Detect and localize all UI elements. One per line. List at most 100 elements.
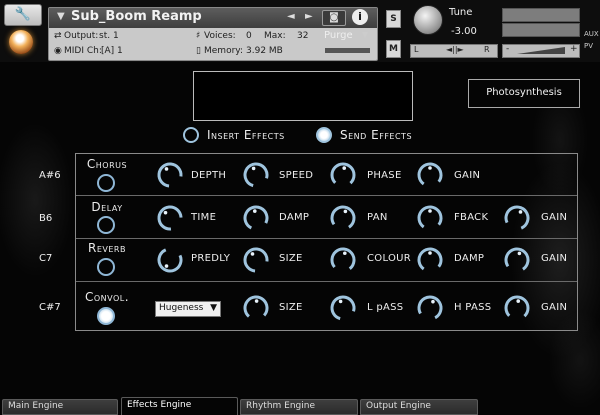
reverb-colour-label: COLOUR: [367, 253, 412, 264]
tune-value: -3.00: [451, 26, 477, 37]
chorus-toggle[interactable]: [97, 174, 115, 192]
knob-graphic: [504, 295, 530, 321]
reverb-toggle[interactable]: [97, 258, 115, 276]
knob-graphic: [157, 205, 183, 231]
chorus-phase-knob[interactable]: [328, 160, 358, 190]
solo-button[interactable]: S: [386, 10, 401, 28]
chorus-depth-knob[interactable]: [155, 160, 185, 190]
convolution-lpass-knob[interactable]: [328, 293, 358, 323]
convolution-hpass-knob[interactable]: [415, 293, 445, 323]
pan-center-icon: ◄||►: [446, 45, 464, 54]
knob-graphic: [330, 162, 356, 188]
chorus-speed-knob[interactable]: [241, 160, 271, 190]
reverb-gain-knob[interactable]: [502, 245, 532, 275]
instrument-header: 🔧 ▼ Sub_Boom Reamp ◄ ► ⇄ Output: st. 1 ♯…: [0, 0, 600, 62]
preset-name: Photosynthesis: [486, 87, 562, 98]
reverb-damp-label: DAMP: [454, 253, 485, 264]
delay-damp-knob[interactable]: [241, 203, 271, 233]
convolution-gain-label: GAIN: [541, 302, 568, 313]
delay-fback-label: FBACK: [454, 212, 489, 223]
chorus-speed-label: SPEED: [279, 170, 314, 181]
keyswitch-note-reverb: C7: [39, 253, 53, 264]
purge-menu[interactable]: Purge: [324, 30, 353, 41]
instrument-name[interactable]: Sub_Boom Reamp: [71, 9, 202, 24]
delay-pan-label: PAN: [367, 212, 388, 223]
prev-instrument-icon[interactable]: ◄: [287, 11, 295, 22]
tab-output-engine-label: Output Engine: [366, 401, 431, 411]
knob-graphic: [243, 162, 269, 188]
tab-effects-engine[interactable]: Effects Engine: [121, 397, 238, 415]
knob-graphic: [243, 295, 269, 321]
knob-graphic: [157, 247, 183, 273]
knob-graphic: [504, 247, 530, 273]
insert-effects-radio[interactable]: [183, 127, 199, 143]
knob-graphic: [330, 295, 356, 321]
wrench-icon[interactable]: 🔧: [4, 4, 42, 26]
send-effects-radio[interactable]: [316, 127, 332, 143]
convolution-size-knob[interactable]: [241, 293, 271, 323]
purge-caret-icon[interactable]: ▼: [362, 30, 368, 39]
knob-graphic: [157, 162, 183, 188]
midi-channel-value[interactable]: [A] 1: [101, 46, 123, 56]
reverb-size-label: SIZE: [279, 253, 303, 264]
chorus-phase-label: PHASE: [367, 170, 402, 181]
knob-graphic: [417, 162, 443, 188]
aux-label[interactable]: AUX: [584, 30, 599, 38]
collapse-arrow-icon[interactable]: ▼: [57, 11, 65, 22]
pan-slider[interactable]: L ◄||► R: [410, 44, 498, 58]
keyswitch-note-delay: B6: [39, 213, 53, 224]
keyswitch-note-chorus: A#6: [39, 170, 61, 181]
knob-graphic: [243, 247, 269, 273]
chorus-gain-knob[interactable]: [415, 160, 445, 190]
delay-toggle[interactable]: [97, 216, 115, 234]
row-divider: [76, 238, 577, 239]
mute-button[interactable]: M: [386, 40, 401, 58]
volume-slider[interactable]: - +: [502, 44, 580, 58]
reverb-damp-knob[interactable]: [415, 245, 445, 275]
chorus-title: Chorus: [86, 157, 128, 171]
impulse-response-value: Hugeness: [159, 303, 204, 313]
max-voices-value[interactable]: 32: [297, 31, 308, 41]
convolution-size-label: SIZE: [279, 302, 303, 313]
delay-fback-knob[interactable]: [415, 203, 445, 233]
preset-box[interactable]: Photosynthesis: [468, 79, 580, 108]
tune-knob[interactable]: [413, 5, 443, 35]
reverb-colour-knob[interactable]: [328, 245, 358, 275]
level-meter-right: [502, 23, 580, 37]
delay-time-label: TIME: [191, 212, 217, 223]
memory-label: Memory:: [204, 46, 243, 56]
convolution-gain-knob[interactable]: [502, 293, 532, 323]
camera-icon[interactable]: ◙: [322, 10, 346, 26]
tune-label: Tune: [449, 7, 473, 18]
impulse-response-dropdown[interactable]: Hugeness ▼: [155, 301, 221, 317]
tab-rhythm-engine-label: Rhythm Engine: [246, 401, 315, 411]
reverb-predly-knob[interactable]: [155, 245, 185, 275]
volume-minus-label: -: [506, 44, 510, 54]
delay-pan-knob[interactable]: [328, 203, 358, 233]
knob-graphic: [330, 247, 356, 273]
pv-label[interactable]: PV: [584, 42, 593, 50]
row-divider: [76, 281, 577, 282]
convolution-toggle[interactable]: [97, 307, 115, 325]
tab-main-engine-label: Main Engine: [8, 401, 64, 411]
delay-time-knob[interactable]: [155, 203, 185, 233]
next-instrument-icon[interactable]: ►: [305, 11, 313, 22]
tab-rhythm-engine[interactable]: Rhythm Engine: [240, 399, 358, 415]
voices-icon: ♯: [196, 31, 201, 41]
row-divider: [76, 195, 577, 196]
delay-gain-label: GAIN: [541, 212, 568, 223]
info-icon[interactable]: i: [352, 9, 368, 25]
tab-main-engine[interactable]: Main Engine: [2, 399, 118, 415]
send-effects-label: Send Effects: [340, 128, 413, 142]
delay-gain-knob[interactable]: [502, 203, 532, 233]
midi-icon: ◉: [54, 46, 62, 56]
level-meter-left: [502, 8, 580, 22]
output-value[interactable]: st. 1: [99, 31, 119, 41]
tab-output-engine[interactable]: Output Engine: [360, 399, 478, 415]
volume-plus-label: +: [570, 44, 578, 54]
reverb-predly-label: PREDLY: [191, 253, 231, 264]
reverb-size-knob[interactable]: [241, 245, 271, 275]
chorus-gain-label: GAIN: [454, 170, 481, 181]
reverb-gain-label: GAIN: [541, 253, 568, 264]
engine-tabs: Main Engine Effects Engine Rhythm Engine…: [0, 397, 600, 415]
